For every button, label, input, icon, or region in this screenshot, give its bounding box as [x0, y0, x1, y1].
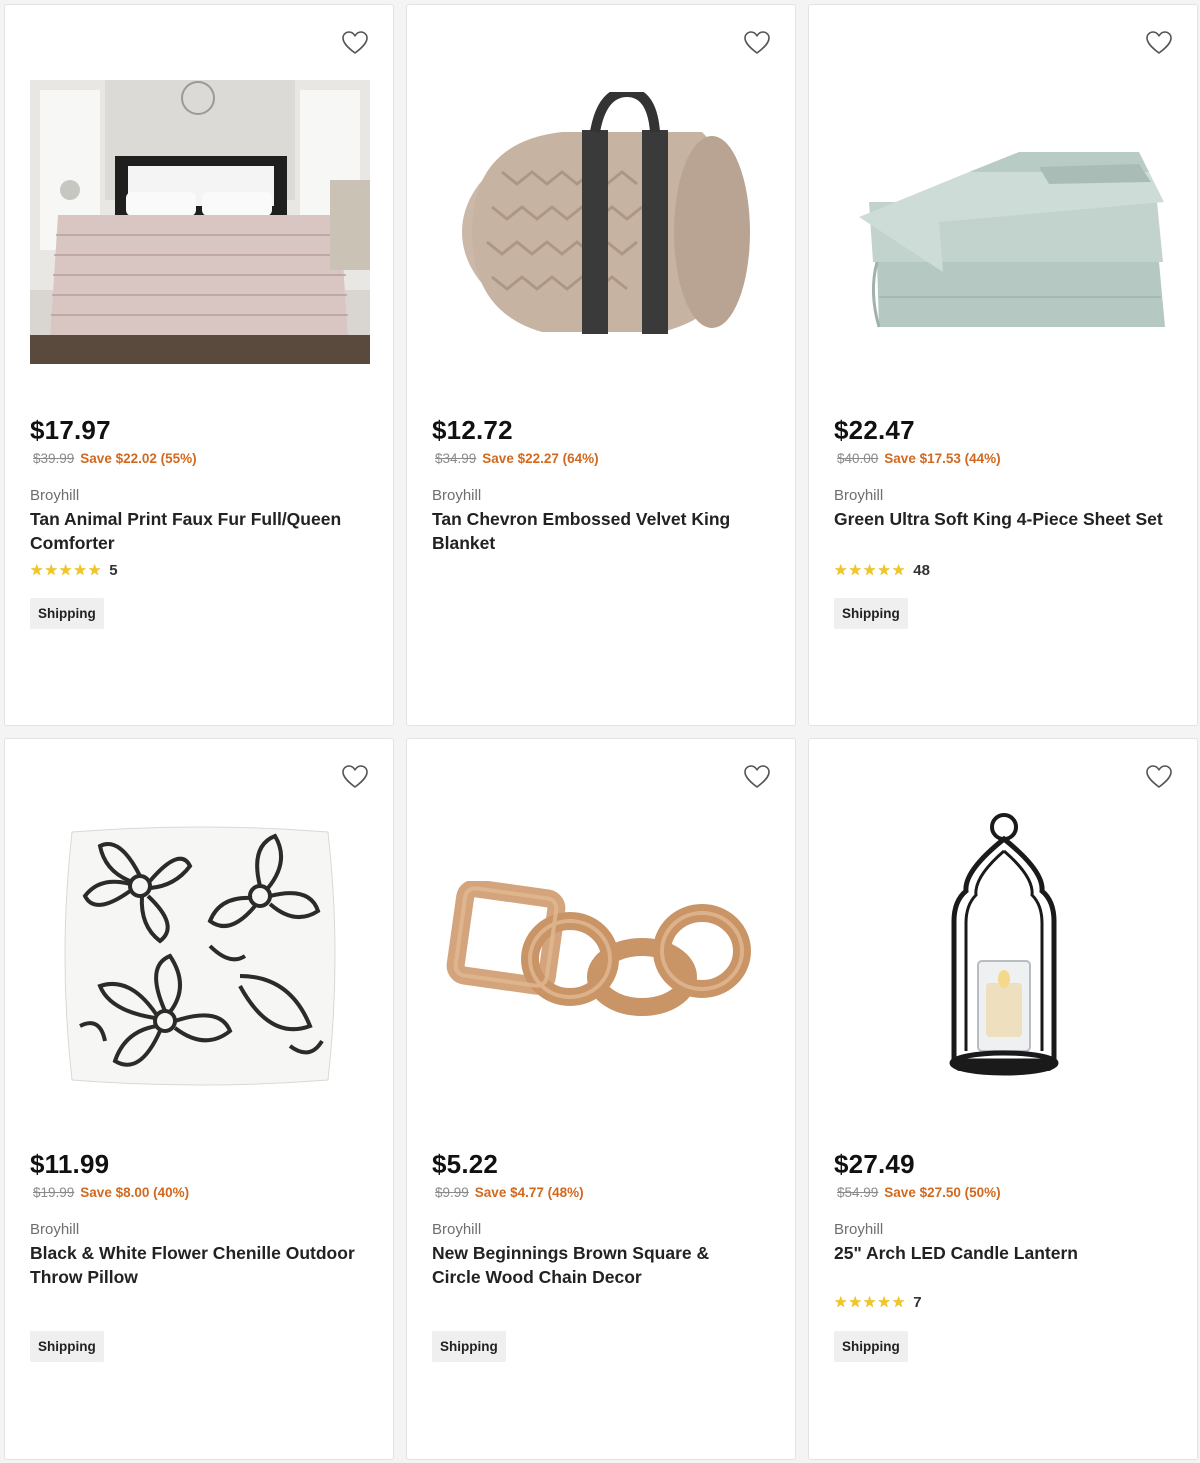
product-card[interactable]: $22.47 $40.00 Save $17.53 (44%) Broyhill …	[808, 4, 1198, 726]
star-rating-icons: ★ ★ ★ ★ ★	[834, 562, 906, 579]
savings-line: $39.99 Save $22.02 (55%)	[33, 451, 197, 466]
product-card[interactable]: $11.99 $19.99 Save $8.00 (40%) Broyhill B…	[4, 738, 394, 1460]
shipping-badge: Shipping	[834, 598, 908, 629]
original-price: $9.99	[435, 1185, 469, 1200]
brand-name: Broyhill	[834, 487, 884, 504]
product-image[interactable]	[432, 811, 772, 1101]
shipping-badge: Shipping	[30, 1331, 104, 1362]
brand-name: Broyhill	[432, 487, 482, 504]
savings-line: $19.99 Save $8.00 (40%)	[33, 1185, 189, 1200]
product-title[interactable]: Tan Chevron Embossed Velvet King Blanket	[432, 507, 762, 555]
product-image[interactable]	[432, 77, 772, 367]
savings-amount: Save $8.00 (40%)	[80, 1185, 190, 1200]
product-card[interactable]: $12.72 $34.99 Save $22.27 (64%) Broyhill …	[406, 4, 796, 726]
product-image[interactable]	[834, 77, 1174, 367]
savings-amount: Save $4.77 (48%)	[474, 1185, 584, 1200]
brand-name: Broyhill	[432, 1221, 482, 1238]
flower-pillow-photo	[64, 826, 336, 1086]
rolled-blanket-photo	[462, 92, 750, 334]
sale-price: $12.72	[432, 415, 513, 445]
shipping-badge: Shipping	[30, 598, 104, 629]
shipping-badge: Shipping	[834, 1331, 908, 1362]
product-card[interactable]: $17.97 $39.99 Save $22.02 (55%) Broyhill …	[4, 4, 394, 726]
brand-name: Broyhill	[30, 1221, 80, 1238]
savings-amount: Save $22.27 (64%)	[482, 451, 599, 466]
original-price: $34.99	[435, 451, 477, 466]
sale-price: $11.99	[30, 1149, 110, 1179]
savings-line: $54.99 Save $27.50 (50%)	[837, 1185, 1001, 1200]
wood-chain-photo	[446, 881, 751, 1016]
product-image[interactable]	[834, 811, 1174, 1101]
savings-amount: Save $17.53 (44%)	[884, 451, 1001, 466]
savings-line: $40.00 Save $17.53 (44%)	[837, 451, 1001, 466]
product-title[interactable]: Black & White Flower Chenille Outdoor Th…	[30, 1241, 360, 1289]
product-image[interactable]	[30, 811, 370, 1101]
product-image[interactable]	[30, 77, 370, 367]
rating-count: 5	[109, 562, 118, 579]
favorite-heart-icon[interactable]	[1145, 763, 1173, 791]
favorite-heart-icon[interactable]	[1145, 29, 1173, 57]
rating-count: 48	[913, 562, 930, 579]
sale-price: $22.47	[834, 415, 915, 445]
product-title[interactable]: New Beginnings Brown Square & Circle Woo…	[432, 1241, 762, 1289]
original-price: $39.99	[33, 451, 75, 466]
sale-price: $5.22	[432, 1149, 499, 1179]
rating[interactable]: ★ ★ ★ ★ ★ 7	[834, 1294, 922, 1311]
favorite-heart-icon[interactable]	[743, 763, 771, 791]
rating[interactable]: ★ ★ ★ ★ ★ 5	[30, 562, 118, 579]
savings-amount: Save $22.02 (55%)	[80, 451, 197, 466]
savings-line: $9.99 Save $4.77 (48%)	[435, 1185, 584, 1200]
shipping-badge: Shipping	[432, 1331, 506, 1362]
sale-price: $27.49	[834, 1149, 915, 1179]
sale-price: $17.97	[30, 415, 111, 445]
product-title[interactable]: Tan Animal Print Faux Fur Full/Queen Com…	[30, 507, 360, 555]
product-card[interactable]: $5.22 $9.99 Save $4.77 (48%) Broyhill New…	[406, 738, 796, 1460]
savings-amount: Save $27.50 (50%)	[884, 1185, 1001, 1200]
savings-line: $34.99 Save $22.27 (64%)	[435, 451, 599, 466]
original-price: $54.99	[837, 1185, 879, 1200]
product-title[interactable]: Green Ultra Soft King 4-Piece Sheet Set	[834, 507, 1164, 531]
folded-sheets-photo	[859, 152, 1165, 328]
arch-lantern-photo	[949, 813, 1059, 1076]
star-rating-icons: ★ ★ ★ ★ ★	[834, 1294, 906, 1311]
product-card[interactable]: $27.49 $54.99 Save $27.50 (50%) Broyhill …	[808, 738, 1198, 1460]
brand-name: Broyhill	[30, 487, 80, 504]
brand-name: Broyhill	[834, 1221, 884, 1238]
original-price: $19.99	[33, 1185, 75, 1200]
favorite-heart-icon[interactable]	[341, 763, 369, 791]
star-rating-icons: ★ ★ ★ ★ ★	[30, 562, 102, 579]
original-price: $40.00	[837, 451, 879, 466]
rating-count: 7	[913, 1294, 922, 1311]
favorite-heart-icon[interactable]	[743, 29, 771, 57]
favorite-heart-icon[interactable]	[341, 29, 369, 57]
product-title[interactable]: 25" Arch LED Candle Lantern	[834, 1241, 1164, 1265]
rating[interactable]: ★ ★ ★ ★ ★ 48	[834, 562, 930, 579]
comforter-bedroom-photo	[30, 80, 370, 364]
